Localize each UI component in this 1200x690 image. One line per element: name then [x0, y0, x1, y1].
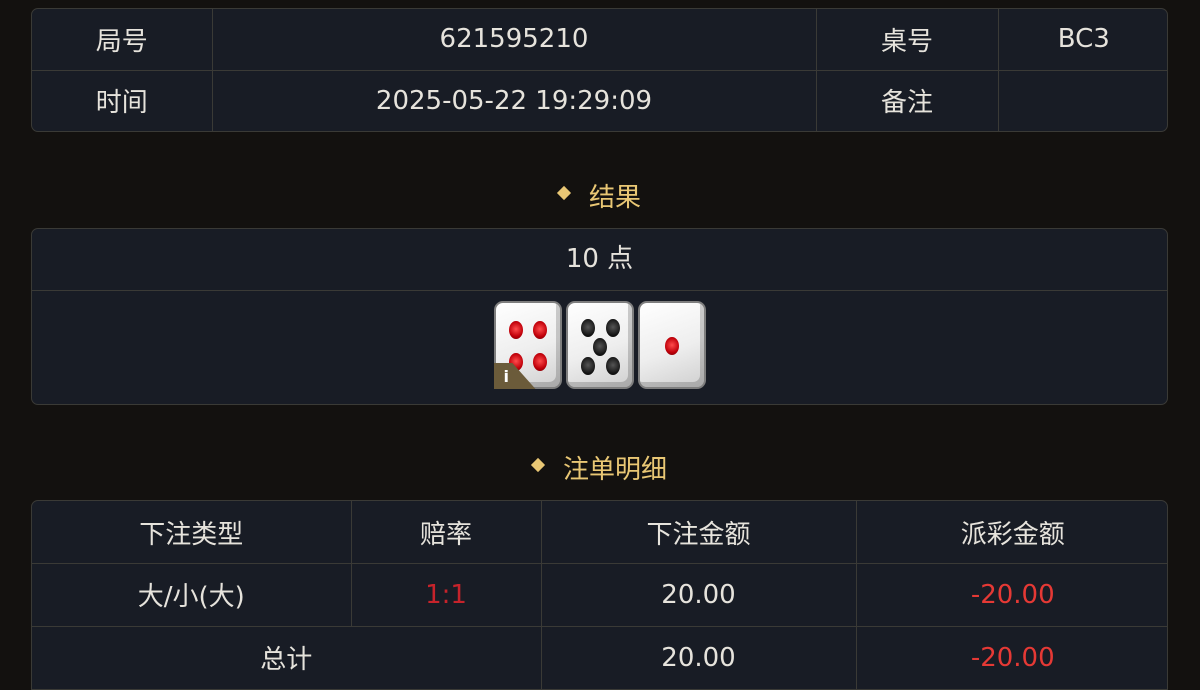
bet-type: 大/小(大) [32, 563, 352, 627]
header-odds: 赔率 [350, 501, 542, 565]
pip [580, 357, 595, 375]
note-value [997, 69, 1167, 131]
dice-row: i [32, 291, 1167, 389]
diamond-icon [556, 185, 572, 200]
pip [580, 319, 595, 337]
pip [592, 338, 607, 356]
die-four[interactable]: i [493, 301, 562, 389]
header-payout: 派彩金额 [855, 501, 1167, 565]
note-label: 备注 [815, 69, 999, 131]
die-one [637, 301, 706, 389]
round-label: 局号 [32, 9, 213, 71]
time-label: 时间 [32, 69, 213, 131]
total-row: 总计 20.00 -20.00 [32, 625, 1167, 689]
total-label: 总计 [32, 625, 542, 689]
pip [532, 321, 547, 339]
pip [605, 357, 620, 375]
result-title: 结果 [588, 183, 641, 213]
table-label: 桌号 [815, 9, 999, 71]
pip [532, 353, 547, 371]
result-panel: 10 点 i [31, 228, 1168, 405]
pip [508, 321, 523, 339]
die-five [565, 301, 634, 389]
bet-odds: 1:1 [350, 563, 542, 627]
pip [664, 337, 679, 355]
total-payout: -20.00 [855, 625, 1167, 689]
result-points: 10 点 [32, 229, 1167, 291]
bets-table: 下注类型 赔率 下注金额 派彩金额 大/小(大) 1:1 20.00 -20.0… [31, 500, 1168, 690]
result-section-title: 结果 [0, 177, 1200, 214]
table-value: BC3 [997, 9, 1167, 71]
bets-section-title: 注单明细 [0, 449, 1200, 486]
bet-payout: -20.00 [855, 563, 1167, 627]
round-info-table: 局号 621595210 桌号 BC3 时间 2025-05-22 19:29:… [31, 8, 1168, 132]
info-icon[interactable]: i [493, 363, 536, 389]
bet-amount: 20.00 [540, 563, 857, 627]
time-value: 2025-05-22 19:29:09 [211, 69, 817, 131]
total-amount: 20.00 [540, 625, 857, 689]
diamond-icon [530, 457, 546, 472]
round-value: 621595210 [211, 9, 817, 71]
pip [605, 319, 620, 337]
bets-title: 注单明细 [562, 455, 667, 485]
header-bet-amount: 下注金额 [540, 501, 857, 565]
table-row: 大/小(大) 1:1 20.00 -20.00 [32, 563, 1167, 627]
points-text: 10 点 [565, 244, 634, 274]
header-bet-type: 下注类型 [32, 501, 352, 565]
